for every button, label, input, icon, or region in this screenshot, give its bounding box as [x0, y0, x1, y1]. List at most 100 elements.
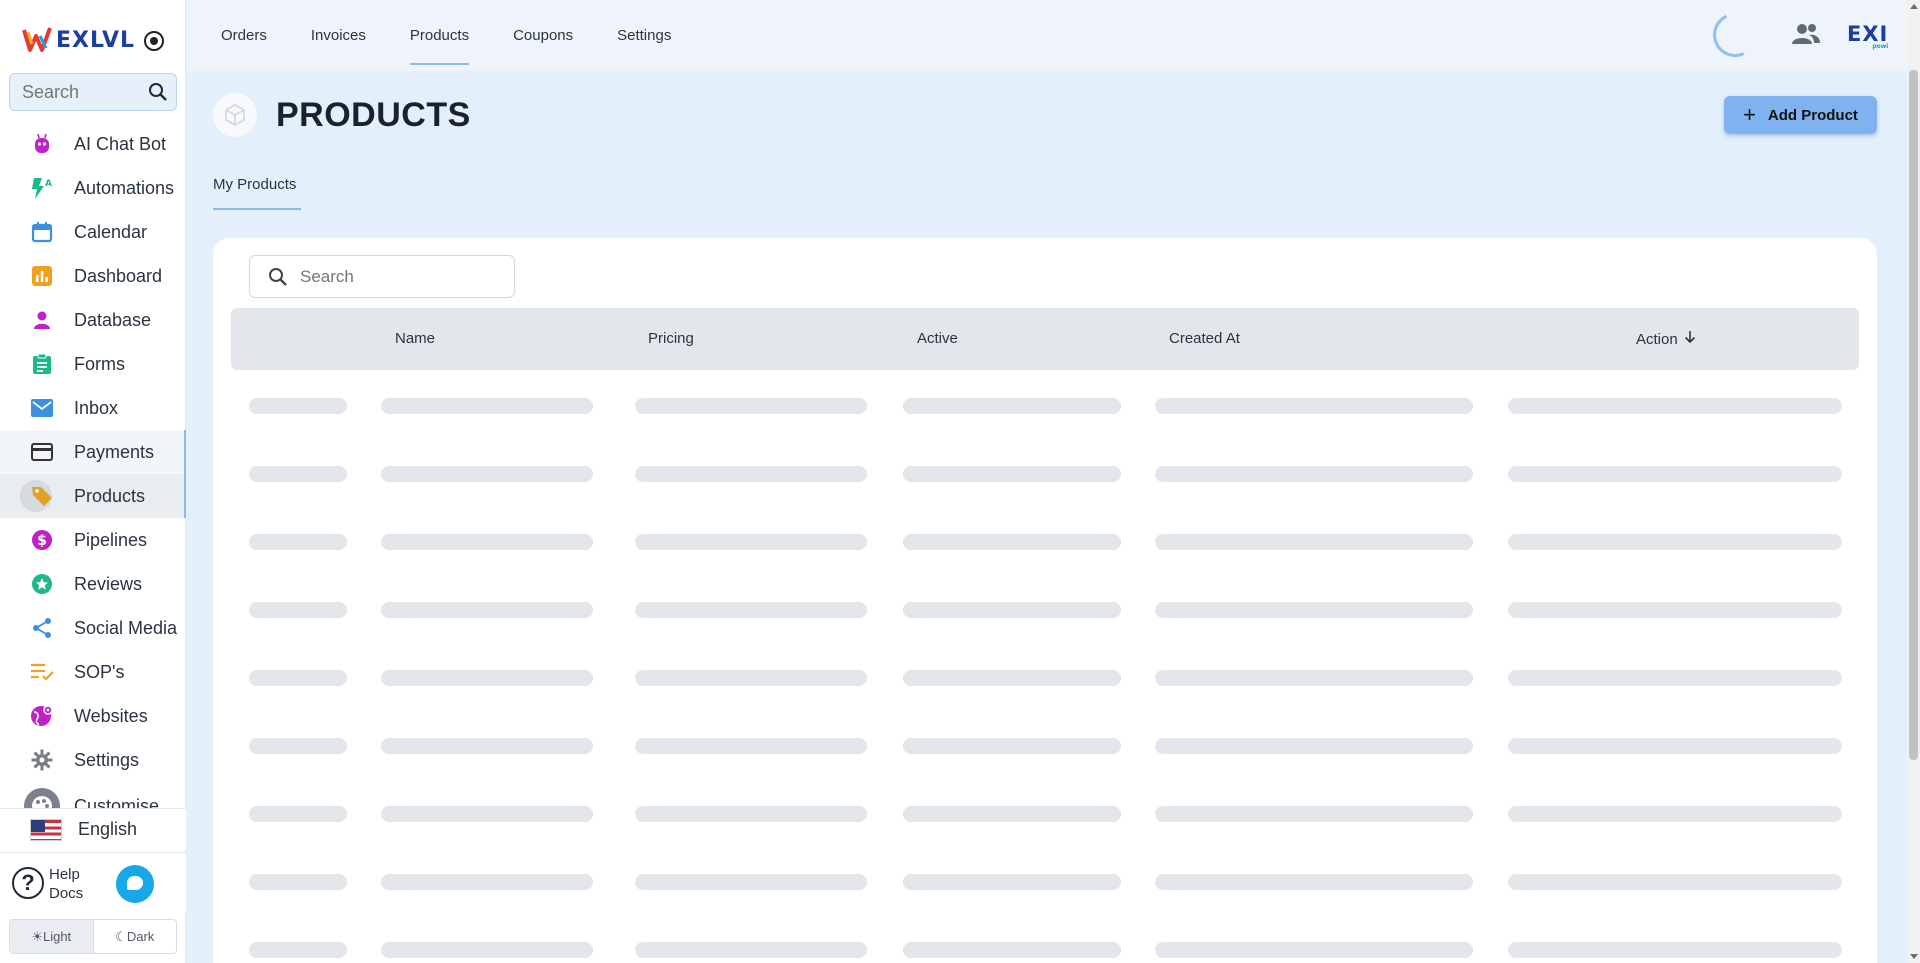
skeleton-cell [635, 806, 867, 822]
person-icon [30, 308, 54, 332]
skeleton-cell [635, 670, 867, 686]
active-tab-indicator [213, 208, 301, 210]
light-theme-button[interactable]: ☀Light [10, 920, 94, 953]
tab-settings[interactable]: Settings [617, 0, 671, 71]
table-search [249, 255, 515, 298]
sidebar-item-automations[interactable]: A Automations [0, 166, 186, 210]
skeleton-cell [903, 738, 1121, 754]
product-box-icon [213, 93, 257, 137]
sidebar-item-label: Pipelines [74, 529, 148, 550]
sidebar-item-calendar[interactable]: Calendar [0, 210, 186, 254]
skeleton-cell [1155, 398, 1473, 414]
column-header-action[interactable]: Action [1636, 330, 1696, 348]
sidebar-item-dashboard[interactable]: Dashboard [0, 254, 186, 298]
logo-mark-icon [22, 27, 52, 52]
skeleton-cell [381, 670, 593, 686]
skeleton-cell [249, 670, 347, 686]
skeleton-cell [903, 874, 1121, 890]
us-flag-icon [30, 818, 62, 841]
star-icon [30, 572, 54, 596]
skeleton-cell [635, 874, 867, 890]
table-row [213, 602, 1877, 618]
skeleton-cell [1508, 670, 1842, 686]
sidebar-item-settings[interactable]: Settings [0, 738, 186, 782]
table-row [213, 534, 1877, 550]
skeleton-cell [249, 602, 347, 618]
record-icon[interactable] [144, 31, 164, 51]
column-header-name[interactable]: Name [395, 330, 435, 347]
loading-spinner-icon [1706, 6, 1764, 64]
dark-theme-button[interactable]: ☾Dark [94, 920, 177, 953]
sidebar-item-database[interactable]: Database [0, 298, 186, 342]
sidebar-item-label: Database [74, 309, 152, 330]
scroll-up-icon[interactable] [1910, 4, 1918, 9]
logo-text: EXLVL [56, 27, 136, 53]
table-row [213, 466, 1877, 482]
scroll-down-icon[interactable] [1910, 954, 1918, 959]
arrow-down-icon [1684, 331, 1695, 344]
skeleton-cell [1508, 874, 1842, 890]
sidebar-item-label: Products [74, 485, 146, 506]
sidebar-item-label: Websites [74, 705, 148, 726]
column-header-active[interactable]: Active [917, 330, 958, 347]
tab-orders[interactable]: Orders [221, 0, 267, 71]
sidebar-item-label: Dashboard [74, 265, 163, 286]
skeleton-cell [381, 398, 593, 414]
add-product-label: Add Product [1767, 106, 1858, 124]
sidebar-item-reviews[interactable]: Reviews [0, 562, 186, 606]
skeleton-cell [249, 466, 347, 482]
sidebar-item-products[interactable]: Products [0, 474, 186, 518]
bar-chart-icon [30, 264, 54, 288]
skeleton-cell [381, 602, 593, 618]
skeleton-cell [249, 942, 347, 958]
sidebar-search-input[interactable] [10, 74, 140, 110]
brand-logo[interactable]: EXI powi [1847, 22, 1888, 50]
column-header-pricing[interactable]: Pricing [648, 330, 694, 347]
table-search-input[interactable] [300, 266, 500, 287]
page-scrollbar[interactable] [1907, 0, 1920, 963]
help-icon[interactable]: ? [12, 867, 44, 899]
add-product-button[interactable]: + Add Product [1724, 96, 1877, 134]
column-header-action-label: Action [1636, 331, 1678, 348]
sidebar-item-label: Settings [74, 749, 140, 770]
clipboard-icon [30, 352, 54, 376]
sidebar-item-label: AI Chat Bot [74, 133, 167, 154]
help-docs-link[interactable]: Help Docs [49, 865, 83, 903]
sidebar-item-forms[interactable]: Forms [0, 342, 186, 386]
skeleton-cell [903, 942, 1121, 958]
top-navigation: Orders Invoices Products Coupons Setting… [187, 0, 1907, 71]
app-logo[interactable]: EXLVL [22, 26, 135, 54]
skeleton-cell [1508, 466, 1842, 482]
sidebar-item-payments[interactable]: Payments [0, 430, 186, 474]
tab-invoices[interactable]: Invoices [311, 0, 366, 71]
tab-coupons[interactable]: Coupons [513, 0, 573, 71]
help-line-2: Docs [49, 885, 84, 902]
sidebar-item-sops[interactable]: SOP's [0, 650, 186, 694]
table-row [213, 806, 1877, 822]
search-icon[interactable] [148, 82, 168, 102]
sidebar-item-label: Calendar [74, 221, 148, 242]
scroll-thumb[interactable] [1909, 70, 1918, 760]
skeleton-cell [1155, 602, 1473, 618]
table-row [213, 670, 1877, 686]
column-header-created-at[interactable]: Created At [1169, 330, 1240, 347]
tab-products[interactable]: Products [409, 0, 470, 71]
skeleton-cell [381, 942, 593, 958]
skeleton-cell [1155, 738, 1473, 754]
chat-bubble-icon[interactable] [116, 865, 154, 903]
sidebar-item-pipelines[interactable]: $ Pipelines [0, 518, 186, 562]
sidebar-item-social-media[interactable]: Social Media [0, 606, 186, 650]
sidebar-item-ai-chat-bot[interactable]: AI Chat Bot [0, 122, 186, 166]
sidebar-item-inbox[interactable]: Inbox [0, 386, 186, 430]
help-line-1: Help [49, 866, 80, 883]
tab-my-products[interactable]: My Products [213, 176, 296, 193]
users-icon[interactable] [1791, 22, 1821, 46]
skeleton-cell [903, 534, 1121, 550]
skeleton-cell [903, 466, 1121, 482]
lightning-icon: A [30, 176, 54, 200]
sidebar-item-label: Reviews [74, 573, 143, 594]
sidebar-nav: AI Chat Bot A Automations Calendar Dashb… [0, 122, 186, 812]
skeleton-cell [903, 806, 1121, 822]
sidebar-item-websites[interactable]: Websites [0, 694, 186, 738]
language-selector[interactable]: English [0, 808, 186, 850]
